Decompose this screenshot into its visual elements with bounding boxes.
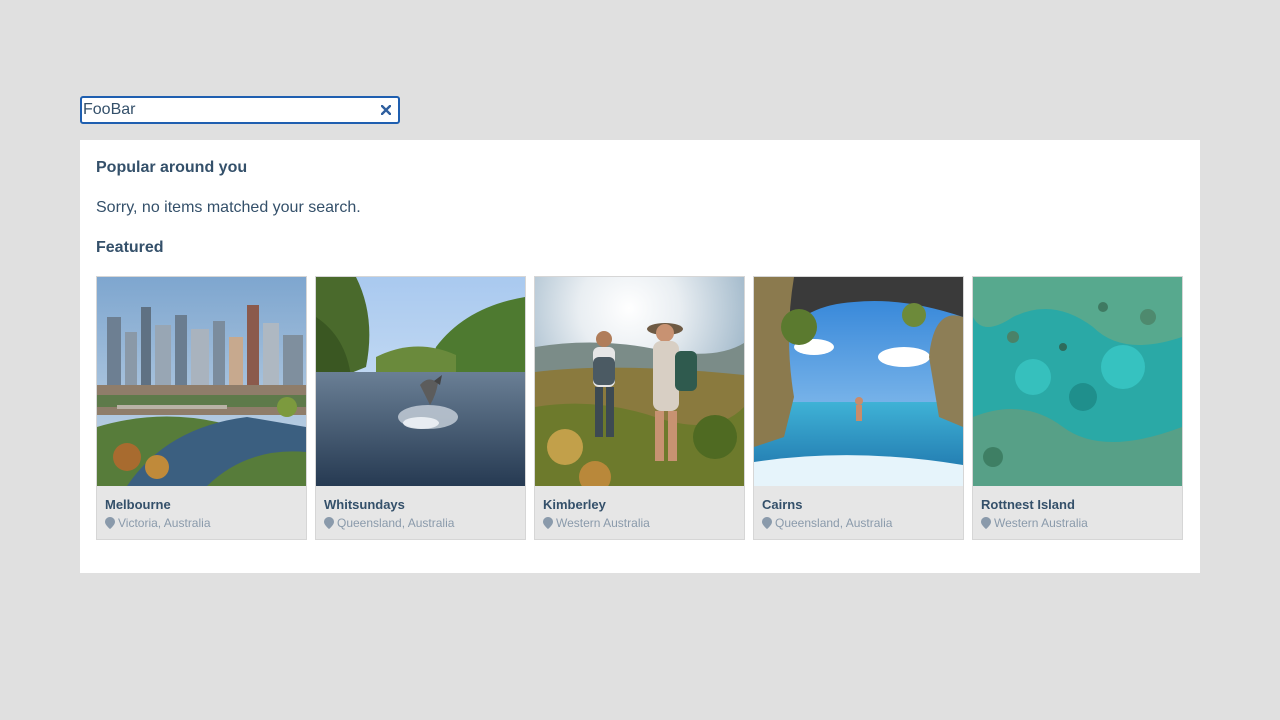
pin-icon [543,517,553,529]
featured-card-whitsundays[interactable]: Whitsundays Queensland, Australia [315,276,526,540]
featured-card-cairns[interactable]: Cairns Queensland, Australia [753,276,964,540]
card-location-text: Queensland, Australia [337,516,455,530]
card-title: Melbourne [105,497,171,512]
melbourne-image [97,277,306,486]
search-results-panel: Popular around you Sorry, no items match… [80,140,1200,573]
card-location: Victoria, Australia [105,515,211,531]
card-location-text: Victoria, Australia [118,516,211,530]
card-title: Rottnest Island [981,497,1075,512]
cairns-image [754,277,963,486]
featured-card-melbourne[interactable]: Melbourne Victoria, Australia [96,276,307,540]
card-location-text: Western Australia [994,516,1088,530]
featured-card-kimberley[interactable]: Kimberley Western Australia [534,276,745,540]
search-box [80,96,400,124]
search-input[interactable] [82,98,372,122]
featured-heading: Featured [96,239,164,256]
clear-search-button[interactable] [376,100,396,120]
no-results-message: Sorry, no items matched your search. [96,199,361,216]
card-title: Cairns [762,497,803,512]
pin-icon [324,517,334,529]
kimberley-image [535,277,744,486]
pin-icon [105,517,115,529]
card-location: Western Australia [543,515,650,531]
whitsundays-image [316,277,525,486]
card-location: Queensland, Australia [324,515,454,531]
close-icon [381,105,391,115]
card-title: Kimberley [543,497,606,512]
rottnest-island-image [973,277,1182,486]
card-location: Western Australia [981,515,1088,531]
featured-card-rottnest-island[interactable]: Rottnest Island Western Australia [972,276,1183,540]
card-location-text: Western Australia [556,516,650,530]
card-title: Whitsundays [324,497,405,512]
pin-icon [762,517,772,529]
card-location-text: Queensland, Australia [775,516,893,530]
pin-icon [981,517,991,529]
popular-heading: Popular around you [96,159,248,176]
card-location: Queensland, Australia [762,515,892,531]
